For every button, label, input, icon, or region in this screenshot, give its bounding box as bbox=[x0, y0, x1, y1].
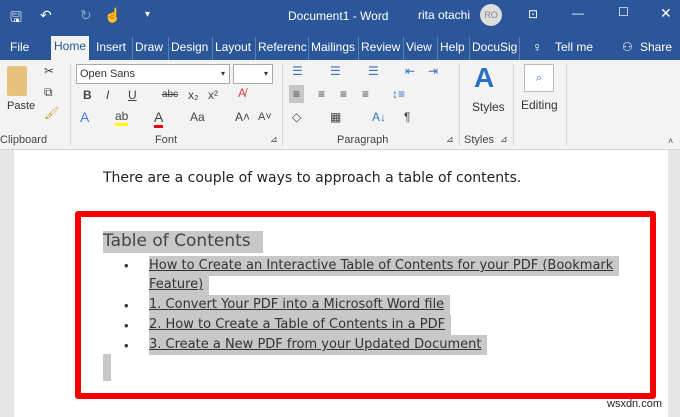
copy-icon[interactable]: ⧉ bbox=[44, 85, 53, 100]
underline-icon[interactable]: U bbox=[128, 88, 137, 102]
styles-button[interactable]: Styles bbox=[472, 100, 505, 114]
styles-group-label: Styles bbox=[464, 134, 494, 146]
save-icon[interactable]: 🖫 bbox=[10, 7, 22, 31]
tab-draw[interactable]: Draw bbox=[132, 37, 165, 60]
styles-icon[interactable]: A bbox=[474, 62, 494, 94]
collapse-ribbon-icon[interactable]: ˄ bbox=[668, 136, 673, 146]
editing-button[interactable]: Editing bbox=[521, 98, 558, 112]
tab-home[interactable]: Home bbox=[51, 36, 90, 60]
align-center-icon[interactable]: ≡ bbox=[318, 87, 325, 101]
toc-link-3[interactable]: 2. How to Create a Table of Contents in … bbox=[149, 315, 452, 335]
touch-mode-icon[interactable]: ☝ bbox=[104, 7, 121, 24]
tab-mailings[interactable]: Mailings bbox=[308, 37, 358, 60]
format-painter-icon[interactable]: 🖌 bbox=[44, 106, 59, 120]
tab-review[interactable]: Review bbox=[358, 37, 402, 60]
borders-icon[interactable]: ▦ bbox=[330, 110, 341, 124]
paragraph-dialog-launcher-icon[interactable]: ⊿ bbox=[446, 134, 454, 145]
superscript-icon[interactable]: x² bbox=[208, 88, 218, 102]
numbering-icon[interactable]: ☰ bbox=[330, 64, 341, 78]
shrink-font-icon[interactable]: A˅ bbox=[258, 111, 272, 123]
change-case-icon[interactable]: Aa bbox=[190, 110, 205, 124]
clipboard-group-label: Clipboard bbox=[0, 134, 48, 146]
tab-view[interactable]: View bbox=[403, 37, 434, 60]
font-color-icon[interactable]: A bbox=[154, 109, 164, 128]
intro-paragraph: There are a couple of ways to approach a… bbox=[103, 170, 522, 186]
paragraph-group-label: Paragraph bbox=[337, 134, 389, 146]
strikethrough-icon[interactable]: abc bbox=[162, 89, 178, 100]
bullet-icon: • bbox=[124, 258, 129, 273]
tab-help[interactable]: Help bbox=[437, 37, 467, 60]
share-icon[interactable]: ⚇ bbox=[620, 37, 635, 60]
bold-icon[interactable]: B bbox=[83, 88, 92, 102]
maximize-icon[interactable]: ☐ bbox=[618, 5, 629, 19]
toc-link-2[interactable]: 1. Convert Your PDF into a Microsoft Wor… bbox=[149, 295, 451, 315]
line-spacing-icon[interactable]: ↕≡ bbox=[392, 87, 405, 101]
watermark: wsxdn.com bbox=[607, 398, 663, 410]
bullet-icon: • bbox=[124, 298, 129, 313]
grow-font-icon[interactable]: A˄ bbox=[235, 110, 250, 124]
find-icon[interactable]: ⌕ bbox=[524, 64, 554, 92]
decrease-indent-icon[interactable]: ⇤ bbox=[405, 64, 415, 78]
bullet-icon: • bbox=[124, 318, 129, 333]
font-group-label: Font bbox=[155, 134, 178, 146]
align-left-icon[interactable]: ≡ bbox=[289, 85, 305, 103]
user-name[interactable]: rita otachi bbox=[418, 8, 470, 22]
align-right-icon[interactable]: ≡ bbox=[340, 87, 347, 101]
italic-icon[interactable]: I bbox=[106, 88, 109, 102]
highlight-color-icon[interactable]: ab bbox=[115, 109, 129, 126]
ribbon-tabs: File Home Insert Draw Design Layout Refe… bbox=[0, 33, 680, 60]
styles-dialog-launcher-icon[interactable]: ⊿ bbox=[500, 134, 508, 145]
tab-design[interactable]: Design bbox=[168, 37, 210, 60]
shading-icon[interactable]: ◇ bbox=[292, 110, 301, 124]
avatar[interactable]: RO bbox=[480, 4, 502, 26]
bullet-icon: • bbox=[124, 338, 129, 353]
clear-formatting-icon[interactable]: A̸ bbox=[238, 86, 246, 100]
lightbulb-icon: ♀ bbox=[532, 39, 543, 55]
bullets-icon[interactable]: ☰ bbox=[292, 64, 303, 78]
undo-icon[interactable]: ↶ bbox=[40, 7, 52, 24]
font-name-select[interactable]: Open Sans ▾ bbox=[76, 64, 230, 84]
document-title: Document1 - Word bbox=[288, 9, 389, 23]
sort-icon[interactable]: A↓ bbox=[372, 110, 386, 124]
customize-toolbar-icon[interactable]: ▾ bbox=[145, 9, 150, 20]
tab-references[interactable]: Referenc bbox=[255, 37, 307, 60]
subscript-icon[interactable]: x₂ bbox=[188, 88, 199, 102]
show-formatting-icon[interactable]: ¶ bbox=[404, 110, 410, 124]
justify-icon[interactable]: ≡ bbox=[362, 87, 369, 101]
paste-icon[interactable] bbox=[7, 66, 27, 96]
cut-icon[interactable]: ✂ bbox=[44, 64, 54, 78]
tab-insert[interactable]: Insert bbox=[94, 37, 128, 60]
font-size-select[interactable]: ▾ bbox=[233, 64, 273, 84]
tab-layout[interactable]: Layout bbox=[212, 37, 253, 60]
toc-link-1-cont[interactable]: Feature) bbox=[149, 275, 210, 295]
font-name-value: Open Sans bbox=[80, 68, 136, 80]
close-icon[interactable]: ✕ bbox=[660, 5, 672, 22]
tab-docusign[interactable]: DocuSig bbox=[469, 37, 520, 60]
minimize-icon[interactable]: — bbox=[572, 6, 584, 20]
font-dialog-launcher-icon[interactable]: ⊿ bbox=[270, 134, 278, 145]
toc-title: Table of Contents bbox=[103, 231, 263, 253]
ribbon: Paste ✂ ⧉ 🖌 Clipboard Open Sans ▾ ▾ B I U… bbox=[0, 60, 680, 150]
paste-button[interactable]: Paste bbox=[7, 100, 35, 112]
ribbon-display-icon[interactable]: ⊡ bbox=[528, 7, 538, 21]
share-button[interactable]: Share bbox=[638, 37, 674, 60]
title-bar: 🖫 ↶ ↻ ☝ ▾ Document1 - Word rita otachi R… bbox=[0, 0, 680, 33]
increase-indent-icon[interactable]: ⇥ bbox=[428, 64, 438, 78]
multilevel-list-icon[interactable]: ☰ bbox=[368, 64, 379, 78]
empty-paragraph-mark bbox=[103, 354, 111, 381]
redo-icon[interactable]: ↻ bbox=[80, 7, 92, 24]
toc-link-1[interactable]: How to Create an Interactive Table of Co… bbox=[149, 256, 620, 276]
tell-me-search[interactable]: Tell me bbox=[553, 37, 595, 60]
tab-file[interactable]: File bbox=[8, 37, 31, 60]
text-effects-icon[interactable]: A bbox=[80, 109, 89, 125]
toc-link-4[interactable]: 3. Create a New PDF from your Updated Do… bbox=[149, 335, 488, 355]
